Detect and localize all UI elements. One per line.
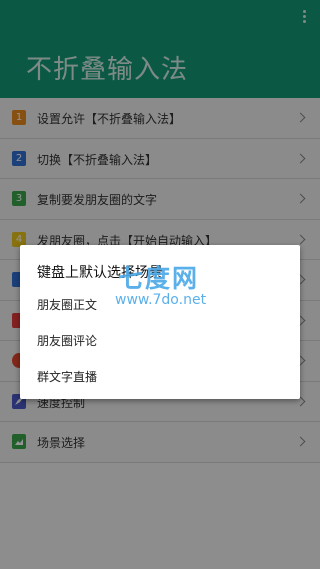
dialog-option-group-live[interactable]: 群文字直播: [37, 368, 97, 385]
dialog-option-moments-comment[interactable]: 朋友圈评论: [37, 332, 97, 349]
watermark-text: 七度网: [118, 264, 200, 293]
dialog-option-moments-post[interactable]: 朋友圈正文: [37, 296, 97, 313]
watermark-url: www.7do.net: [115, 292, 207, 308]
watermark-logo: 七度网 www.7do.net: [110, 259, 220, 311]
